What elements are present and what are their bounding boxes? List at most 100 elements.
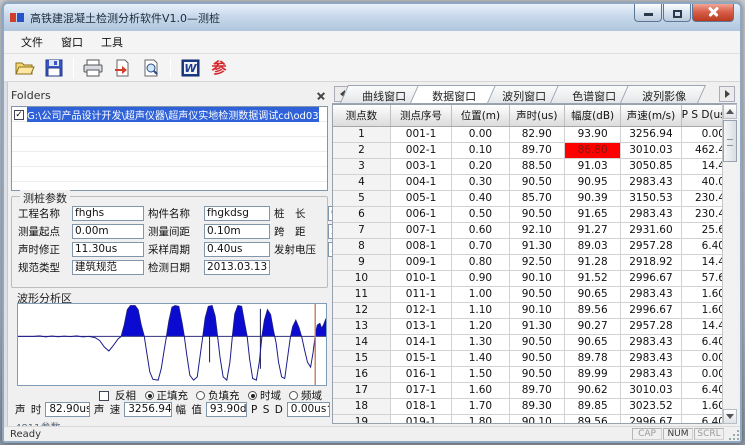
readout-value[interactable]: 3256.94m/s — [124, 402, 171, 417]
fill-radio-2[interactable]: 负填充 — [196, 388, 240, 403]
table-cell[interactable]: 86.80 — [564, 142, 620, 158]
table-cell[interactable]: 003-1 — [390, 158, 451, 174]
table-cell[interactable]: 1.40 — [452, 350, 509, 366]
table-cell[interactable]: 91.03 — [564, 158, 620, 174]
vertical-scrollbar[interactable] — [722, 104, 737, 424]
table-cell[interactable]: 0.20 — [452, 158, 509, 174]
table-cell[interactable]: 0.40 — [452, 190, 509, 206]
column-header[interactable]: 测点数 — [333, 105, 390, 126]
menu-item-2[interactable]: 窗口 — [52, 32, 92, 52]
table-cell[interactable]: 91.27 — [564, 222, 620, 238]
table-cell[interactable]: 14 — [333, 334, 390, 350]
table-cell[interactable]: 0.60 — [452, 222, 509, 238]
param-input[interactable]: fhghs — [72, 206, 144, 221]
table-cell[interactable]: 3150.53 — [621, 190, 681, 206]
table-cell[interactable]: 2983.43 — [621, 286, 681, 302]
table-cell[interactable]: 3050.85 — [621, 158, 681, 174]
table-cell[interactable]: 90.50 — [509, 334, 564, 350]
table-cell[interactable]: 18 — [333, 398, 390, 414]
table-cell[interactable]: 017-1 — [390, 382, 451, 398]
scroll-up-button[interactable] — [723, 104, 737, 119]
table-cell[interactable]: 6.40 — [681, 414, 726, 424]
table-cell[interactable]: 6.40 — [681, 334, 726, 350]
table-cell[interactable]: 230.4 — [681, 206, 726, 222]
table-cell[interactable]: 012-1 — [390, 302, 451, 318]
tab-2[interactable]: 数据窗口 — [410, 85, 496, 103]
table-cell[interactable]: 8 — [333, 238, 390, 254]
table-cell[interactable]: 90.10 — [509, 302, 564, 318]
table-cell[interactable]: 1.60 — [681, 398, 726, 414]
table-cell[interactable]: 1.50 — [452, 366, 509, 382]
table-cell[interactable]: 15 — [333, 350, 390, 366]
table-cell[interactable]: 4 — [333, 174, 390, 190]
resize-grip[interactable] — [727, 428, 740, 441]
table-cell[interactable]: 11 — [333, 286, 390, 302]
table-cell[interactable]: 90.62 — [564, 382, 620, 398]
panel-close-icon[interactable] — [314, 89, 328, 102]
table-cell[interactable]: 16 — [333, 366, 390, 382]
table-cell[interactable]: 019-1 — [390, 414, 451, 424]
folder-list-item[interactable]: ✓G:\公司产品设计开发\超声仪器\超声仪实地检测数据调试cd\od03\od0… — [12, 107, 327, 122]
table-cell[interactable]: 10 — [333, 270, 390, 286]
table-cell[interactable]: 1.30 — [452, 334, 509, 350]
table-cell[interactable]: 1.60 — [681, 302, 726, 318]
table-row[interactable]: 16016-11.5090.5089.992983.430.00 — [333, 366, 727, 382]
table-cell[interactable]: 2996.67 — [621, 270, 681, 286]
table-cell[interactable]: 90.39 — [564, 190, 620, 206]
table-cell[interactable]: 90.27 — [564, 318, 620, 334]
waveform-chart[interactable] — [17, 303, 327, 386]
column-header[interactable]: 声时(us) — [509, 105, 564, 126]
table-cell[interactable]: 9 — [333, 254, 390, 270]
table-cell[interactable]: 0.00 — [681, 350, 726, 366]
table-cell[interactable]: 93.90 — [564, 126, 620, 142]
table-cell[interactable]: 14.4 — [681, 158, 726, 174]
table-row[interactable]: 14014-11.3090.5090.652983.436.40 — [333, 334, 727, 350]
param-input[interactable]: 0.10m — [204, 224, 270, 239]
table-cell[interactable]: 007-1 — [390, 222, 451, 238]
table-cell[interactable]: 90.50 — [509, 286, 564, 302]
table-cell[interactable]: 90.95 — [564, 174, 620, 190]
table-cell[interactable]: 0.70 — [452, 238, 509, 254]
table-cell[interactable]: 0.80 — [452, 254, 509, 270]
print-button[interactable] — [80, 56, 106, 80]
table-cell[interactable]: 90.65 — [564, 334, 620, 350]
table-cell[interactable]: 2996.67 — [621, 302, 681, 318]
invert-checkbox[interactable]: 反相 — [99, 388, 136, 403]
domain-radio-1[interactable]: 时域 — [248, 388, 281, 403]
table-cell[interactable]: 1.10 — [452, 302, 509, 318]
table-cell[interactable]: 001-1 — [390, 126, 451, 142]
open-file-button[interactable] — [12, 56, 38, 80]
scroll-down-button[interactable] — [723, 409, 737, 424]
table-cell[interactable]: 3023.52 — [621, 398, 681, 414]
table-cell[interactable]: 2 — [333, 142, 390, 158]
export-button[interactable] — [109, 56, 135, 80]
table-cell[interactable]: 88.50 — [509, 158, 564, 174]
save-button[interactable] — [41, 56, 67, 80]
print-preview-button[interactable] — [138, 56, 164, 80]
table-cell[interactable]: 3010.03 — [621, 142, 681, 158]
table-cell[interactable]: 89.56 — [564, 302, 620, 318]
param-input[interactable]: 11.30us — [72, 242, 144, 257]
table-cell[interactable]: 89.03 — [564, 238, 620, 254]
table-cell[interactable]: 7 — [333, 222, 390, 238]
table-cell[interactable]: 1.60 — [452, 382, 509, 398]
folder-list[interactable]: ✓G:\公司产品设计开发\超声仪器\超声仪实地检测数据调试cd\od03\od0… — [11, 106, 328, 191]
column-header[interactable]: P S D(us^2/m) — [681, 105, 726, 126]
table-cell[interactable]: 0.30 — [452, 174, 509, 190]
table-cell[interactable]: 013-1 — [390, 318, 451, 334]
table-cell[interactable]: 3010.03 — [621, 382, 681, 398]
parameters-button[interactable]: 参 — [206, 56, 232, 80]
maximize-button[interactable] — [663, 4, 691, 22]
table-cell[interactable]: 90.50 — [509, 366, 564, 382]
table-row[interactable]: 4004-10.3090.5090.952983.4340.0 — [333, 174, 727, 190]
table-row[interactable]: 3003-10.2088.5091.033050.8514.4 — [333, 158, 727, 174]
table-cell[interactable]: 89.56 — [564, 414, 620, 424]
table-cell[interactable]: 13 — [333, 318, 390, 334]
table-cell[interactable]: 004-1 — [390, 174, 451, 190]
table-cell[interactable]: 0.10 — [452, 142, 509, 158]
table-cell[interactable]: 2931.60 — [621, 222, 681, 238]
table-cell[interactable]: 1.20 — [452, 318, 509, 334]
table-cell[interactable]: 2983.43 — [621, 366, 681, 382]
table-cell[interactable]: 14.4 — [681, 254, 726, 270]
table-row[interactable]: 15015-11.4090.5089.782983.430.00 — [333, 350, 727, 366]
